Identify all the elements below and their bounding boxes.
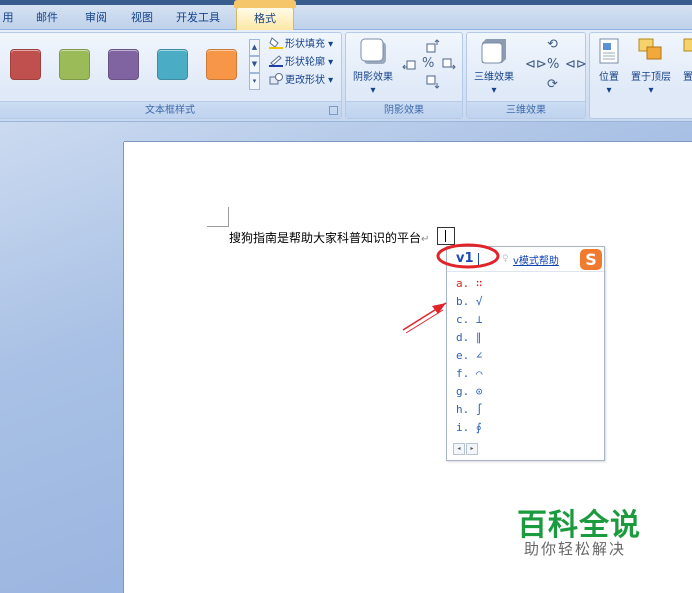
ime-pager: ◂ ▸ — [453, 443, 479, 455]
gallery-more-icon[interactable]: ▾ — [249, 73, 260, 90]
tilt-left-icon[interactable]: ⊲⊳ — [525, 57, 547, 72]
pen-icon — [269, 55, 283, 67]
candidate-item[interactable]: c. ⊥ — [456, 311, 483, 328]
tab-format[interactable]: 格式 — [234, 0, 296, 31]
paragraph-mark: ↵ — [421, 234, 430, 245]
change-shape-label: 更改形状 — [285, 75, 325, 86]
paint-bucket-icon — [269, 37, 283, 49]
text-cursor-box — [437, 227, 455, 245]
group-3d-effects-label: 三维效果 — [467, 101, 585, 118]
candidate-item[interactable]: e. ∠ — [456, 347, 483, 364]
ribbon: ▲ ▼ ▾ 形状填充 ▾ 形状轮廓 ▾ 更改形状 ▾ 文本框样式 阴影效果 ▾ … — [0, 30, 692, 122]
tilt-down-icon[interactable]: ⟳ — [547, 77, 558, 92]
candidate-item[interactable]: h. ∫ — [456, 401, 483, 418]
gallery-up-icon[interactable]: ▲ — [249, 39, 260, 56]
v-mode-help-link[interactable]: v模式帮助 — [513, 252, 559, 267]
gallery-scroller[interactable]: ▲ ▼ ▾ — [249, 39, 260, 91]
send-to-back-button[interactable]: 置于 — [678, 37, 692, 84]
nudge-shadow-left-icon[interactable] — [402, 57, 416, 74]
shadow-effects-button[interactable]: 阴影效果 ▾ — [349, 37, 397, 97]
shadow-effects-label: 阴影效果 — [353, 72, 393, 83]
margin-corner-mark-vertical — [228, 207, 229, 227]
gallery-down-icon[interactable]: ▼ — [249, 56, 260, 73]
shape-outline-button[interactable]: 形状轮廓 ▾ — [269, 55, 333, 70]
margin-corner-mark — [207, 226, 229, 227]
candidate-item[interactable]: i. ∮ — [456, 419, 482, 436]
shape-fill-label: 形状填充 — [285, 39, 325, 50]
candidate-item[interactable]: a. ∷ — [456, 275, 483, 292]
tab-review[interactable]: 审阅 — [82, 9, 110, 29]
ribbon-tab-bar: 用 邮件 审阅 视图 开发工具 格式 — [0, 0, 692, 31]
group-3d-effects: 三维效果 ▾ ⟲ ⊲⊳ % ⊲⊳ ⟳ 三维效果 — [466, 32, 587, 119]
nudge-shadow-right-icon[interactable] — [442, 57, 456, 74]
3d-effects-button[interactable]: 三维效果 ▾ — [471, 37, 517, 97]
tab-developer[interactable]: 开发工具 — [172, 9, 224, 29]
page-next-button[interactable]: ▸ — [466, 443, 478, 455]
nudge-shadow-down-icon[interactable] — [426, 75, 440, 92]
title-bar-strip — [0, 0, 692, 5]
candidate-item[interactable]: f. ⌒ — [456, 365, 483, 382]
group-shadow-effects-label: 阴影效果 — [346, 101, 462, 118]
style-swatch-green[interactable] — [59, 49, 90, 80]
position-icon — [594, 37, 624, 69]
style-swatch-purple[interactable] — [108, 49, 139, 80]
tab-mailings[interactable]: 邮件 — [33, 9, 61, 29]
candidate-item[interactable]: b. √ — [456, 293, 483, 310]
style-swatch-red[interactable] — [10, 49, 41, 80]
change-shape-button[interactable]: 更改形状 ▾ — [269, 73, 333, 88]
3d-effects-label: 三维效果 — [474, 72, 514, 83]
shape-fill-button[interactable]: 形状填充 ▾ — [269, 37, 333, 52]
group-shadow-effects: 阴影效果 ▾ % 阴影效果 — [345, 32, 463, 119]
group-textbox-styles: ▲ ▼ ▾ 形状填充 ▾ 形状轮廓 ▾ 更改形状 ▾ 文本框样式 — [0, 32, 342, 119]
tab-format-label: 格式 — [254, 12, 276, 25]
ime-header: v1 ♀ v模式帮助 S — [447, 247, 604, 272]
contextual-tab-highlight — [234, 0, 296, 8]
style-swatch-orange[interactable] — [206, 49, 237, 80]
tilt-right-icon[interactable]: ⊲⊳ — [565, 57, 587, 72]
3d-box-icon — [471, 37, 517, 69]
change-shape-icon — [269, 73, 283, 85]
shadow-on-off-icon[interactable]: % — [422, 56, 434, 71]
tilt-up-icon[interactable]: ⟲ — [547, 37, 558, 52]
tab-view[interactable]: 视图 — [128, 9, 156, 29]
page-prev-button[interactable]: ◂ — [453, 443, 465, 455]
shape-outline-label: 形状轮廓 — [285, 57, 325, 68]
ime-candidate-window[interactable]: v1 ♀ v模式帮助 S a. ∷ b. √ c. ⊥ d. ∥ e. ∠ f.… — [446, 246, 605, 461]
position-label: 位置 — [599, 72, 619, 83]
document-paragraph[interactable]: 搜狗指南是帮助大家科普知识的平台↵ — [229, 229, 429, 246]
3d-on-off-icon[interactable]: % — [547, 57, 559, 72]
text-caret — [445, 230, 446, 242]
group-textbox-styles-label: 文本框样式 — [0, 101, 341, 118]
shadow-box-icon — [349, 37, 397, 69]
bring-to-front-button[interactable]: 置于顶层 ▾ — [628, 37, 674, 97]
ime-composition-text: v1 — [456, 251, 474, 266]
style-swatch-teal[interactable] — [157, 49, 188, 80]
position-button[interactable]: 位置 ▾ — [594, 37, 624, 97]
dialog-launcher-icon[interactable] — [329, 106, 338, 115]
send-to-back-label: 置于 — [683, 72, 692, 83]
candidate-item[interactable]: g. ⊙ — [456, 383, 483, 400]
paragraph-text: 搜狗指南是帮助大家科普知识的平台 — [229, 231, 422, 245]
bring-to-front-icon — [628, 37, 674, 69]
ime-caret — [478, 253, 479, 266]
group-arrange: 位置▾ 置于顶层▾ 置于 — [589, 32, 692, 119]
3d-tilt-controls: ⟲ ⊲⊳ % ⊲⊳ ⟳ — [523, 37, 587, 97]
sogou-logo-icon: S — [580, 249, 602, 270]
shadow-nudge-controls: % — [400, 39, 458, 95]
bring-to-front-label: 置于顶层 — [631, 72, 671, 83]
lightbulb-icon: ♀ — [502, 254, 509, 264]
candidate-item[interactable]: d. ∥ — [456, 329, 481, 346]
nudge-shadow-up-icon[interactable] — [426, 39, 440, 56]
send-to-back-icon — [678, 37, 692, 69]
watermark-subtitle: 助你轻松解决 — [524, 540, 627, 558]
tab-start[interactable]: 用 — [0, 9, 16, 29]
